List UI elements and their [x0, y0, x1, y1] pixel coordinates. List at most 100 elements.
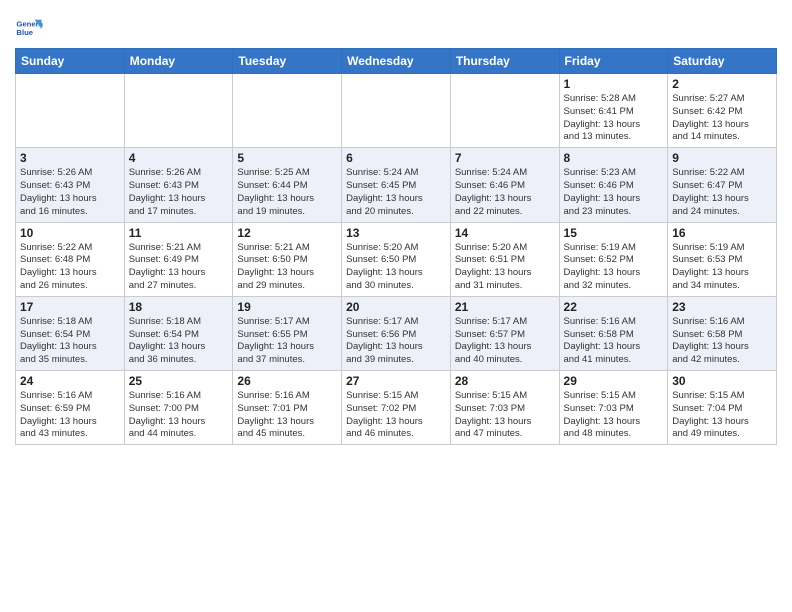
calendar-cell: 10 Sunrise: 5:22 AM Sunset: 6:48 PM Dayli…	[16, 222, 125, 296]
calendar-week-row: 24 Sunrise: 5:16 AM Sunset: 6:59 PM Dayli…	[16, 371, 777, 445]
day-info: Sunrise: 5:18 AM Sunset: 6:54 PM Dayligh…	[129, 316, 229, 367]
svg-text:Blue: Blue	[16, 28, 33, 37]
calendar-header-row: SundayMondayTuesdayWednesdayThursdayFrid…	[16, 49, 777, 74]
day-number: 9	[672, 151, 772, 165]
day-info: Sunrise: 5:16 AM Sunset: 7:01 PM Dayligh…	[237, 390, 337, 441]
calendar-cell: 28 Sunrise: 5:15 AM Sunset: 7:03 PM Dayli…	[450, 371, 559, 445]
calendar-day-header: Thursday	[450, 49, 559, 74]
logo: General Blue	[15, 14, 47, 42]
calendar-cell: 13 Sunrise: 5:20 AM Sunset: 6:50 PM Dayli…	[342, 222, 451, 296]
calendar-cell: 12 Sunrise: 5:21 AM Sunset: 6:50 PM Dayli…	[233, 222, 342, 296]
calendar-day-header: Friday	[559, 49, 668, 74]
calendar-cell: 16Sunrise: 5:19 AM Sunset: 6:53 PM Dayli…	[668, 222, 777, 296]
day-number: 29	[564, 374, 664, 388]
calendar-cell: 6Sunrise: 5:24 AM Sunset: 6:45 PM Daylig…	[342, 148, 451, 222]
calendar-cell: 30 Sunrise: 5:15 AM Sunset: 7:04 PM Dayli…	[668, 371, 777, 445]
calendar-cell: 23Sunrise: 5:16 AM Sunset: 6:58 PM Dayli…	[668, 296, 777, 370]
day-number: 16	[672, 226, 772, 240]
day-info: Sunrise: 5:16 AM Sunset: 6:59 PM Dayligh…	[20, 390, 120, 441]
day-info: Sunrise: 5:15 AM Sunset: 7:03 PM Dayligh…	[455, 390, 555, 441]
day-number: 10	[20, 226, 120, 240]
day-info: Sunrise: 5:26 AM Sunset: 6:43 PM Dayligh…	[129, 167, 229, 218]
calendar-cell: 5 Sunrise: 5:25 AM Sunset: 6:44 PM Daylig…	[233, 148, 342, 222]
day-info: Sunrise: 5:17 AM Sunset: 6:57 PM Dayligh…	[455, 316, 555, 367]
calendar-day-header: Sunday	[16, 49, 125, 74]
day-info: Sunrise: 5:15 AM Sunset: 7:02 PM Dayligh…	[346, 390, 446, 441]
calendar-day-header: Saturday	[668, 49, 777, 74]
day-info: Sunrise: 5:21 AM Sunset: 6:49 PM Dayligh…	[129, 242, 229, 293]
calendar-cell: 26Sunrise: 5:16 AM Sunset: 7:01 PM Dayli…	[233, 371, 342, 445]
day-number: 4	[129, 151, 229, 165]
calendar-cell: 21 Sunrise: 5:17 AM Sunset: 6:57 PM Dayli…	[450, 296, 559, 370]
calendar-cell: 3 Sunrise: 5:26 AM Sunset: 6:43 PM Daylig…	[16, 148, 125, 222]
day-info: Sunrise: 5:26 AM Sunset: 6:43 PM Dayligh…	[20, 167, 120, 218]
day-info: Sunrise: 5:17 AM Sunset: 6:55 PM Dayligh…	[237, 316, 337, 367]
day-number: 30	[672, 374, 772, 388]
calendar-week-row: 1 Sunrise: 5:28 AM Sunset: 6:41 PM Daylig…	[16, 74, 777, 148]
day-number: 17	[20, 300, 120, 314]
day-info: Sunrise: 5:16 AM Sunset: 7:00 PM Dayligh…	[129, 390, 229, 441]
calendar-week-row: 10 Sunrise: 5:22 AM Sunset: 6:48 PM Dayli…	[16, 222, 777, 296]
day-number: 11	[129, 226, 229, 240]
day-number: 6	[346, 151, 446, 165]
calendar-cell: 9 Sunrise: 5:22 AM Sunset: 6:47 PM Daylig…	[668, 148, 777, 222]
day-info: Sunrise: 5:23 AM Sunset: 6:46 PM Dayligh…	[564, 167, 664, 218]
day-info: Sunrise: 5:22 AM Sunset: 6:47 PM Dayligh…	[672, 167, 772, 218]
calendar-cell: 27 Sunrise: 5:15 AM Sunset: 7:02 PM Dayli…	[342, 371, 451, 445]
calendar-cell: 29 Sunrise: 5:15 AM Sunset: 7:03 PM Dayli…	[559, 371, 668, 445]
calendar-cell: 11 Sunrise: 5:21 AM Sunset: 6:49 PM Dayli…	[124, 222, 233, 296]
day-info: Sunrise: 5:20 AM Sunset: 6:50 PM Dayligh…	[346, 242, 446, 293]
day-info: Sunrise: 5:16 AM Sunset: 6:58 PM Dayligh…	[564, 316, 664, 367]
day-number: 7	[455, 151, 555, 165]
day-info: Sunrise: 5:25 AM Sunset: 6:44 PM Dayligh…	[237, 167, 337, 218]
calendar-cell: 14Sunrise: 5:20 AM Sunset: 6:51 PM Dayli…	[450, 222, 559, 296]
day-number: 21	[455, 300, 555, 314]
day-number: 23	[672, 300, 772, 314]
calendar-cell: 2 Sunrise: 5:27 AM Sunset: 6:42 PM Daylig…	[668, 74, 777, 148]
day-number: 2	[672, 77, 772, 91]
calendar-cell: 18Sunrise: 5:18 AM Sunset: 6:54 PM Dayli…	[124, 296, 233, 370]
day-info: Sunrise: 5:27 AM Sunset: 6:42 PM Dayligh…	[672, 93, 772, 144]
calendar-day-header: Monday	[124, 49, 233, 74]
calendar-week-row: 3 Sunrise: 5:26 AM Sunset: 6:43 PM Daylig…	[16, 148, 777, 222]
day-number: 22	[564, 300, 664, 314]
day-info: Sunrise: 5:21 AM Sunset: 6:50 PM Dayligh…	[237, 242, 337, 293]
calendar-cell	[124, 74, 233, 148]
day-number: 8	[564, 151, 664, 165]
logo-icon: General Blue	[15, 14, 43, 42]
calendar-cell: 22 Sunrise: 5:16 AM Sunset: 6:58 PM Dayli…	[559, 296, 668, 370]
day-number: 15	[564, 226, 664, 240]
day-number: 3	[20, 151, 120, 165]
calendar-cell	[16, 74, 125, 148]
calendar-cell: 19 Sunrise: 5:17 AM Sunset: 6:55 PM Dayli…	[233, 296, 342, 370]
day-info: Sunrise: 5:15 AM Sunset: 7:03 PM Dayligh…	[564, 390, 664, 441]
day-info: Sunrise: 5:28 AM Sunset: 6:41 PM Dayligh…	[564, 93, 664, 144]
day-number: 27	[346, 374, 446, 388]
day-info: Sunrise: 5:19 AM Sunset: 6:52 PM Dayligh…	[564, 242, 664, 293]
calendar-cell: 17 Sunrise: 5:18 AM Sunset: 6:54 PM Dayli…	[16, 296, 125, 370]
day-info: Sunrise: 5:15 AM Sunset: 7:04 PM Dayligh…	[672, 390, 772, 441]
day-number: 20	[346, 300, 446, 314]
page: General Blue SundayMondayTuesdayWednesda…	[0, 0, 792, 455]
calendar-table: SundayMondayTuesdayWednesdayThursdayFrid…	[15, 48, 777, 445]
calendar-day-header: Tuesday	[233, 49, 342, 74]
day-info: Sunrise: 5:17 AM Sunset: 6:56 PM Dayligh…	[346, 316, 446, 367]
day-info: Sunrise: 5:18 AM Sunset: 6:54 PM Dayligh…	[20, 316, 120, 367]
calendar-cell: 1 Sunrise: 5:28 AM Sunset: 6:41 PM Daylig…	[559, 74, 668, 148]
day-number: 19	[237, 300, 337, 314]
day-number: 28	[455, 374, 555, 388]
calendar-cell	[342, 74, 451, 148]
day-number: 13	[346, 226, 446, 240]
day-info: Sunrise: 5:22 AM Sunset: 6:48 PM Dayligh…	[20, 242, 120, 293]
page-header: General Blue	[15, 10, 777, 42]
day-number: 12	[237, 226, 337, 240]
calendar-cell	[450, 74, 559, 148]
calendar-cell	[233, 74, 342, 148]
day-number: 1	[564, 77, 664, 91]
day-info: Sunrise: 5:20 AM Sunset: 6:51 PM Dayligh…	[455, 242, 555, 293]
calendar-week-row: 17 Sunrise: 5:18 AM Sunset: 6:54 PM Dayli…	[16, 296, 777, 370]
day-number: 5	[237, 151, 337, 165]
calendar-cell: 25Sunrise: 5:16 AM Sunset: 7:00 PM Dayli…	[124, 371, 233, 445]
day-number: 24	[20, 374, 120, 388]
calendar-cell: 24 Sunrise: 5:16 AM Sunset: 6:59 PM Dayli…	[16, 371, 125, 445]
